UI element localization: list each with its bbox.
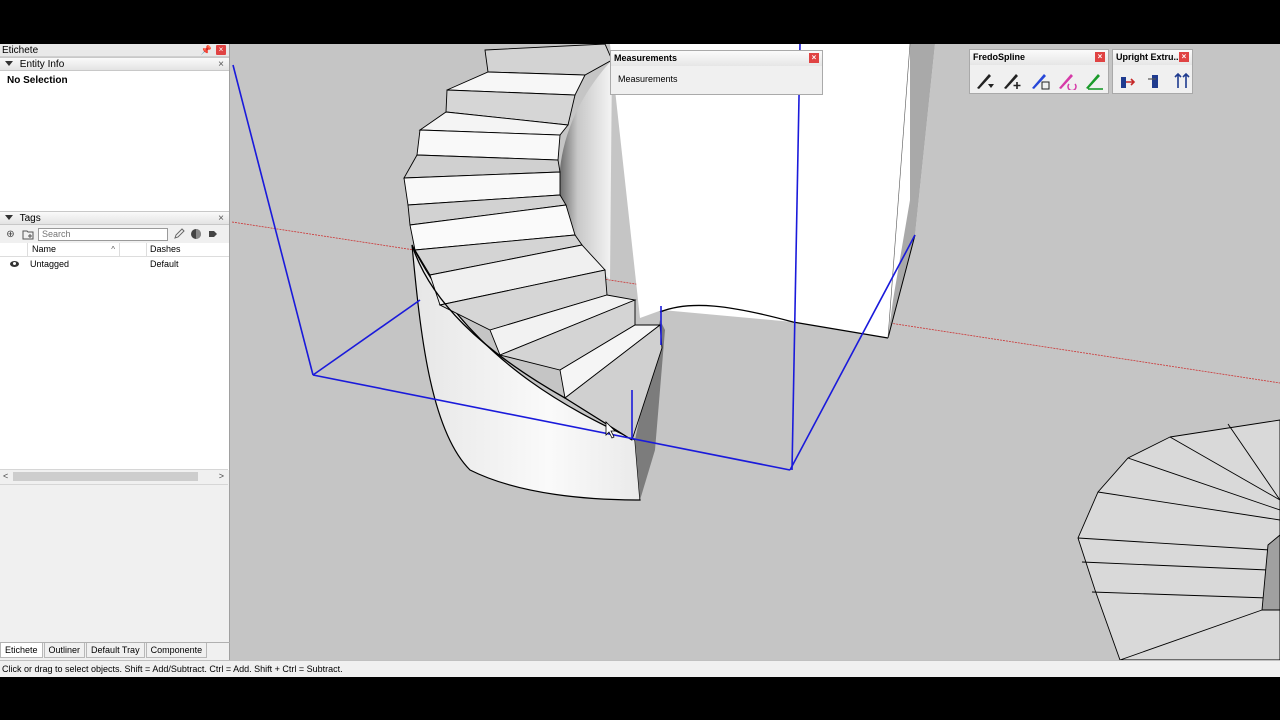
tags-title: Tags	[19, 213, 41, 224]
tray-close-icon[interactable]: ×	[216, 45, 226, 55]
fredospline-edit-icon[interactable]	[1028, 69, 1050, 91]
fredospline-close-icon[interactable]: ×	[1095, 52, 1105, 62]
fredospline-draw-icon[interactable]	[974, 69, 996, 91]
sort-up-icon: ^	[111, 245, 115, 254]
tags-header[interactable]: Tags ×	[0, 211, 229, 225]
tags-close-icon[interactable]: ×	[218, 212, 224, 226]
tag-name: Untagged	[30, 259, 70, 269]
column-dashes-header[interactable]: Dashes	[147, 243, 229, 256]
upright-extrude-close-icon[interactable]: ×	[1179, 52, 1189, 62]
scene-drawing	[231, 44, 1280, 660]
tags-toolbar: ⊕	[0, 225, 229, 243]
tab-outliner[interactable]: Outliner	[43, 643, 86, 658]
measurements-input[interactable]: Measurements	[611, 66, 822, 84]
extrude-face-icon[interactable]	[1144, 69, 1166, 91]
measurements-window[interactable]: Measurements × Measurements	[610, 50, 823, 95]
eye-visibility-icon[interactable]	[9, 261, 19, 267]
measurements-close-icon[interactable]: ×	[809, 53, 819, 63]
measurements-title: Measurements	[614, 53, 678, 63]
tray-title-bar: Etichete 📌 ×	[0, 44, 229, 57]
scroll-left-icon[interactable]: <	[3, 470, 8, 482]
upright-extrude-title-bar[interactable]: Upright Extru... ×	[1113, 50, 1192, 65]
fredospline-convert-icon[interactable]	[1056, 69, 1078, 91]
tag-dashes[interactable]: Default	[147, 257, 229, 271]
letterbox-top	[0, 0, 1280, 44]
letterbox-bottom	[0, 677, 1280, 720]
color-by-tag-icon[interactable]	[189, 228, 202, 241]
collapse-triangle-icon	[5, 61, 13, 66]
tray-title: Etichete	[2, 45, 39, 56]
default-tray: Etichete 📌 × Entity Info × No Selection …	[0, 44, 230, 660]
tab-etichete[interactable]: Etichete	[0, 643, 43, 658]
tags-table-header: Name ^ Dashes	[0, 243, 229, 257]
table-row[interactable]: Untagged Default	[0, 257, 229, 271]
add-folder-icon[interactable]	[21, 228, 34, 241]
scroll-right-icon[interactable]: >	[219, 470, 224, 482]
status-text: Click or drag to select objects. Shift =…	[2, 664, 343, 674]
pin-icon[interactable]: 📌	[201, 44, 212, 57]
tab-componente[interactable]: Componente	[145, 643, 208, 658]
selection-status: No Selection	[7, 75, 68, 86]
second-staircase	[1077, 419, 1280, 660]
tray-tabs: Etichete Outliner Default Tray Component…	[0, 642, 230, 659]
details-arrow-icon[interactable]	[206, 228, 219, 241]
upright-extrude-toolbar[interactable]: Upright Extru... ×	[1112, 49, 1193, 94]
tags-search-input[interactable]	[38, 227, 168, 241]
column-name-header[interactable]: Name ^	[28, 243, 119, 256]
extrude-arrow-icon[interactable]	[1117, 69, 1139, 91]
collapse-triangle-icon	[5, 215, 13, 220]
entity-info-header[interactable]: Entity Info ×	[0, 57, 229, 71]
pencil-icon[interactable]	[172, 228, 185, 241]
tab-default-tray[interactable]: Default Tray	[86, 643, 145, 658]
fredospline-title-bar[interactable]: FredoSpline ×	[970, 50, 1108, 65]
measurements-title-bar[interactable]: Measurements ×	[611, 51, 822, 66]
tray-empty-area	[0, 484, 228, 642]
fredospline-add-icon[interactable]	[1001, 69, 1023, 91]
measurements-label: Measurements	[618, 74, 678, 84]
model-viewport[interactable]	[230, 44, 1280, 660]
fredospline-green-icon[interactable]	[1083, 69, 1105, 91]
entity-info-body: No Selection	[0, 71, 229, 211]
fredospline-toolbar[interactable]: FredoSpline ×	[969, 49, 1109, 94]
extrude-up-icon[interactable]	[1171, 69, 1193, 91]
tags-table: Name ^ Dashes Untagged Default	[0, 243, 229, 470]
scroll-thumb[interactable]	[13, 472, 198, 481]
status-bar: Click or drag to select objects. Shift =…	[0, 660, 1280, 677]
entity-info-close-icon[interactable]: ×	[218, 58, 224, 72]
add-tag-icon[interactable]: ⊕	[4, 228, 17, 241]
tags-horizontal-scrollbar[interactable]: < >	[0, 469, 228, 482]
entity-info-title: Entity Info	[19, 59, 65, 70]
